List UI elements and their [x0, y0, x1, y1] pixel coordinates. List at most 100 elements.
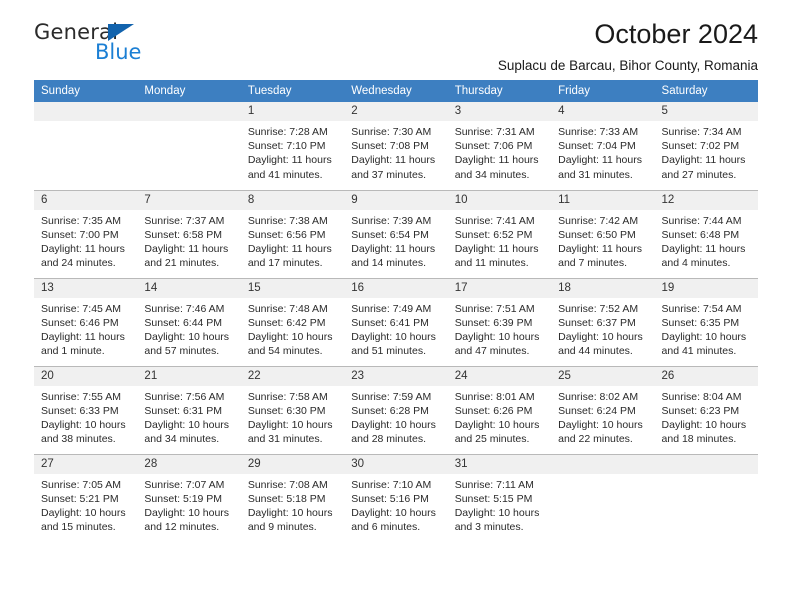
sunrise-time: Sunrise: 7:55 AM — [41, 390, 121, 403]
daylight-duration-line1: Daylight: 10 hours — [661, 330, 747, 343]
day-number: 16 — [344, 278, 448, 298]
day-number: 27 — [34, 454, 138, 474]
calendar-day-cell[interactable]: 4 Sunrise: 7:33 AM Sunset: 7:04 PM Daylight… — [551, 102, 655, 190]
calendar-day-cell[interactable]: 14 Sunrise: 7:46 AM Sunset: 6:44 PM Dayligh… — [137, 277, 241, 366]
daylight-duration-line2: and 27 minutes. — [661, 168, 737, 181]
daylight-duration-line1: Daylight: 10 hours — [558, 418, 643, 431]
calendar-day-cell[interactable]: 7 Sunrise: 7:37 AM Sunset: 6:58 PM Daylight… — [137, 189, 241, 278]
sunset-time: Sunset: 7:02 PM — [661, 140, 740, 153]
calendar-day-cell[interactable]: 5 Sunrise: 7:34 AM Sunset: 7:02 PM Daylight… — [654, 102, 758, 190]
calendar-day-cell[interactable]: 13 Sunrise: 7:45 AM Sunset: 6:46 PM Dayligh… — [34, 277, 138, 366]
calendar-day-cell[interactable]: 18 Sunrise: 7:52 AM Sunset: 6:37 PM Dayligh… — [551, 277, 655, 366]
day-number — [654, 454, 758, 474]
daylight-duration-line2: and 41 minutes. — [661, 345, 737, 358]
daylight-duration-line1: Daylight: 11 hours — [351, 242, 436, 255]
calendar-day-cell[interactable]: 24 Sunrise: 8:01 AM Sunset: 6:26 PM Dayligh… — [447, 365, 552, 454]
day-number: 24 — [447, 366, 552, 386]
calendar-day-cell[interactable]: 1 Sunrise: 7:28 AM Sunset: 7:10 PM Daylight… — [240, 102, 345, 190]
day-number: 18 — [551, 278, 655, 298]
calendar-day-cell[interactable]: 27 Sunrise: 7:05 AM Sunset: 5:21 PM Dayligh… — [34, 453, 138, 542]
daylight-duration-line2: and 34 minutes. — [144, 433, 220, 446]
calendar-day-cell[interactable]: 31 Sunrise: 7:11 AM Sunset: 5:15 PM Dayligh… — [447, 453, 552, 542]
weekday-header-wednesday: Wednesday — [344, 80, 448, 102]
calendar-day-cell[interactable]: 15 Sunrise: 7:48 AM Sunset: 6:42 PM Dayligh… — [240, 277, 345, 366]
daylight-duration-line2: and 4 minutes. — [661, 257, 731, 270]
sunset-time: Sunset: 6:52 PM — [454, 228, 533, 241]
calendar-day-cell[interactable]: 23 Sunrise: 7:59 AM Sunset: 6:28 PM Dayligh… — [344, 365, 448, 454]
day-details: Sunrise: 7:52 AM Sunset: 6:37 PM Daylight:… — [551, 298, 654, 359]
calendar-day-cell[interactable]: 19 Sunrise: 7:54 AM Sunset: 6:35 PM Dayligh… — [654, 277, 758, 366]
sunrise-time: Sunrise: 7:33 AM — [558, 126, 639, 138]
calendar-day-cell[interactable]: 25 Sunrise: 8:02 AM Sunset: 6:24 PM Dayligh… — [551, 365, 655, 454]
calendar-day-cell-empty — [654, 453, 758, 542]
sunset-time: Sunset: 6:46 PM — [41, 316, 119, 329]
day-number: 30 — [344, 454, 448, 474]
sunset-time: Sunset: 6:30 PM — [247, 404, 326, 417]
daylight-duration-line2: and 6 minutes. — [351, 521, 421, 534]
calendar-day-cell[interactable]: 6 Sunrise: 7:35 AM Sunset: 7:00 PM Daylight… — [34, 189, 138, 278]
day-details: Sunrise: 7:48 AM Sunset: 6:42 PM Daylight:… — [241, 298, 344, 359]
calendar-day-cell[interactable]: 2 Sunrise: 7:30 AM Sunset: 7:08 PM Daylight… — [344, 102, 448, 190]
daylight-duration-line2: and 41 minutes. — [247, 168, 323, 181]
sunset-time: Sunset: 5:19 PM — [144, 492, 223, 505]
calendar-day-cell[interactable]: 11 Sunrise: 7:42 AM Sunset: 6:50 PM Dayligh… — [551, 189, 655, 278]
daylight-duration-line1: Daylight: 10 hours — [144, 330, 230, 343]
day-details: Sunrise: 7:10 AM Sunset: 5:16 PM Daylight:… — [344, 474, 447, 535]
calendar-day-cell[interactable]: 22 Sunrise: 7:58 AM Sunset: 6:30 PM Dayligh… — [240, 365, 345, 454]
sunset-time: Sunset: 5:18 PM — [247, 492, 326, 505]
sunrise-time: Sunrise: 7:46 AM — [144, 302, 225, 315]
daylight-duration-line1: Daylight: 11 hours — [454, 242, 539, 255]
sunrise-time: Sunrise: 7:07 AM — [144, 478, 225, 491]
day-details: Sunrise: 7:38 AM Sunset: 6:56 PM Daylight:… — [241, 210, 344, 271]
daylight-duration-line2: and 25 minutes. — [454, 433, 530, 446]
general-blue-logo[interactable]: General Blue — [34, 20, 174, 70]
daylight-duration-line2: and 57 minutes. — [144, 345, 220, 358]
sunset-time: Sunset: 5:15 PM — [454, 492, 533, 505]
sunset-time: Sunset: 6:33 PM — [41, 404, 119, 417]
sunrise-time: Sunrise: 7:05 AM — [41, 478, 121, 491]
day-number: 28 — [137, 454, 241, 474]
sunrise-time: Sunrise: 7:58 AM — [247, 390, 328, 403]
calendar-day-cell[interactable]: 28 Sunrise: 7:07 AM Sunset: 5:19 PM Dayligh… — [137, 453, 241, 542]
day-number: 26 — [654, 366, 758, 386]
day-details: Sunrise: 7:34 AM Sunset: 7:02 PM Daylight:… — [655, 121, 758, 182]
daylight-duration-line1: Daylight: 10 hours — [144, 418, 230, 431]
day-details: Sunrise: 7:51 AM Sunset: 6:39 PM Daylight:… — [448, 298, 551, 359]
calendar-day-cell[interactable]: 17 Sunrise: 7:51 AM Sunset: 6:39 PM Dayligh… — [447, 277, 552, 366]
sunset-time: Sunset: 7:04 PM — [558, 140, 636, 153]
calendar-day-cell[interactable]: 12 Sunrise: 7:44 AM Sunset: 6:48 PM Dayligh… — [654, 189, 758, 278]
day-number: 31 — [447, 454, 552, 474]
daylight-duration-line1: Daylight: 10 hours — [41, 506, 126, 519]
calendar-day-cell[interactable]: 16 Sunrise: 7:49 AM Sunset: 6:41 PM Dayligh… — [344, 277, 448, 366]
day-number: 20 — [34, 366, 138, 386]
sunset-time: Sunset: 6:28 PM — [351, 404, 429, 417]
day-details: Sunrise: 8:02 AM Sunset: 6:24 PM Daylight:… — [551, 386, 654, 447]
calendar-day-cell[interactable]: 9 Sunrise: 7:39 AM Sunset: 6:54 PM Daylight… — [344, 189, 448, 278]
daylight-duration-line2: and 38 minutes. — [41, 433, 116, 446]
day-number: 21 — [137, 366, 241, 386]
daylight-duration-line2: and 28 minutes. — [351, 433, 426, 446]
calendar-day-cell[interactable]: 21 Sunrise: 7:56 AM Sunset: 6:31 PM Dayligh… — [137, 365, 241, 454]
daylight-duration-line1: Daylight: 11 hours — [144, 242, 229, 255]
calendar-week-row: 20 Sunrise: 7:55 AM Sunset: 6:33 PM Dayligh… — [34, 365, 758, 454]
calendar-day-cell[interactable]: 29 Sunrise: 7:08 AM Sunset: 5:18 PM Dayligh… — [240, 453, 345, 542]
calendar-day-cell[interactable]: 3 Sunrise: 7:31 AM Sunset: 7:06 PM Daylight… — [447, 102, 552, 190]
daylight-duration-line2: and 34 minutes. — [454, 168, 530, 181]
calendar-day-cell[interactable]: 10 Sunrise: 7:41 AM Sunset: 6:52 PM Dayligh… — [447, 189, 552, 278]
calendar-day-cell[interactable]: 26 Sunrise: 8:04 AM Sunset: 6:23 PM Dayligh… — [654, 365, 758, 454]
day-number: 8 — [240, 190, 345, 210]
calendar-day-cell[interactable]: 30 Sunrise: 7:10 AM Sunset: 5:16 PM Dayligh… — [344, 453, 448, 542]
sunset-time: Sunset: 6:58 PM — [144, 228, 223, 241]
daylight-duration-line1: Daylight: 10 hours — [247, 330, 333, 343]
calendar-day-cell[interactable]: 8 Sunrise: 7:38 AM Sunset: 6:56 PM Daylight… — [240, 189, 345, 278]
calendar-day-cell-empty — [551, 453, 655, 542]
sunset-time: Sunset: 6:44 PM — [144, 316, 223, 329]
day-number: 7 — [137, 190, 241, 210]
day-details: Sunrise: 7:33 AM Sunset: 7:04 PM Daylight:… — [551, 121, 654, 182]
day-details: Sunrise: 7:31 AM Sunset: 7:06 PM Daylight:… — [448, 121, 551, 182]
day-number: 25 — [551, 366, 655, 386]
calendar-day-cell[interactable]: 20 Sunrise: 7:55 AM Sunset: 6:33 PM Dayligh… — [34, 365, 138, 454]
daylight-duration-line2: and 1 minute. — [41, 345, 105, 358]
day-details: Sunrise: 7:41 AM Sunset: 6:52 PM Daylight:… — [448, 210, 551, 271]
daylight-duration-line1: Daylight: 11 hours — [351, 154, 436, 167]
